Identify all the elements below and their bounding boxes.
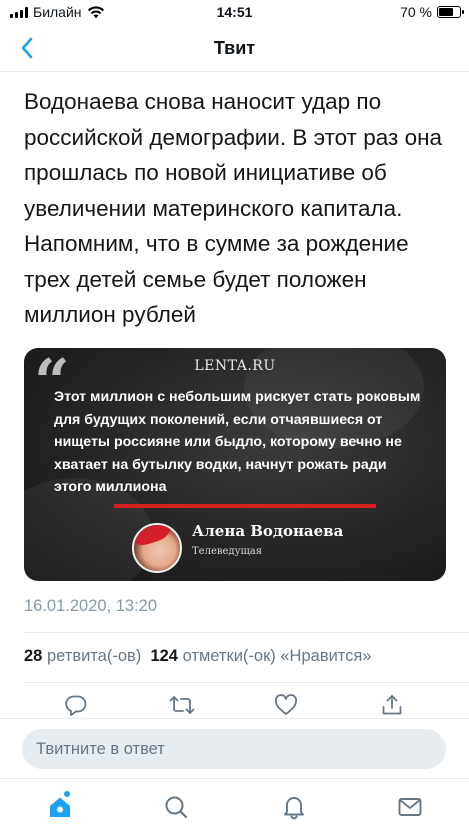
- divider: [24, 682, 469, 683]
- page-title: Твит: [213, 38, 256, 58]
- like-button[interactable]: [273, 692, 299, 718]
- reply-button[interactable]: [63, 692, 89, 718]
- card-quote-text: Этот миллион с небольшим рискует стать р…: [54, 389, 421, 496]
- reply-icon: [65, 695, 87, 716]
- likes-count: 124: [150, 647, 178, 665]
- nav-header: Твит: [0, 26, 469, 72]
- tab-messages[interactable]: [396, 793, 424, 821]
- retweet-icon: [169, 696, 195, 714]
- avatar: [132, 523, 182, 573]
- retweets-label: ретвита(-ов): [46, 647, 142, 665]
- card-author-name: Алена Водонаева: [192, 522, 344, 540]
- tweet-text: Водонаева снова наносит удар по российск…: [24, 89, 443, 327]
- tweet-stats: 28 ретвита(-ов) 124 отметки(-ок) «Нравит…: [24, 647, 372, 666]
- tab-search[interactable]: [162, 793, 190, 821]
- tweet-media-card[interactable]: “ LENTA.RU Этот миллион с небольшим риск…: [24, 348, 446, 581]
- share-button[interactable]: [379, 692, 405, 718]
- reply-input[interactable]: [22, 729, 446, 769]
- card-accent-line: [114, 504, 376, 508]
- tweet-timestamp: 16.01.2020, 13:20: [24, 597, 158, 615]
- card-author-role: Телеведущая: [192, 546, 263, 557]
- notifications-icon: [284, 797, 304, 820]
- unread-dot: [64, 791, 70, 797]
- retweet-button[interactable]: [169, 692, 195, 718]
- share-icon: [382, 695, 402, 715]
- retweets-count: 28: [24, 647, 43, 665]
- divider: [0, 718, 469, 719]
- divider: [24, 632, 469, 633]
- likes-stat[interactable]: 124 отметки(-ок) «Нравится»: [150, 647, 371, 665]
- search-icon: [165, 796, 188, 819]
- card-brand: LENTA.RU: [194, 358, 276, 374]
- battery-fill: [439, 8, 453, 16]
- battery-percent: 70 %: [400, 4, 432, 20]
- home-icon: [50, 797, 70, 817]
- like-icon: [275, 694, 297, 715]
- retweets-stat[interactable]: 28 ретвита(-ов): [24, 647, 141, 665]
- likes-label: отметки(-ок) «Нравится»: [182, 647, 372, 665]
- status-right: 70 %: [400, 4, 464, 20]
- tab-home[interactable]: [46, 791, 74, 821]
- status-bar: Билайн 14:51 70 %: [0, 0, 469, 26]
- tab-notifications[interactable]: [280, 793, 308, 821]
- status-time: 14:51: [216, 4, 253, 20]
- messages-icon: [398, 798, 422, 816]
- battery-icon: [437, 6, 464, 18]
- tab-bar: [0, 778, 469, 834]
